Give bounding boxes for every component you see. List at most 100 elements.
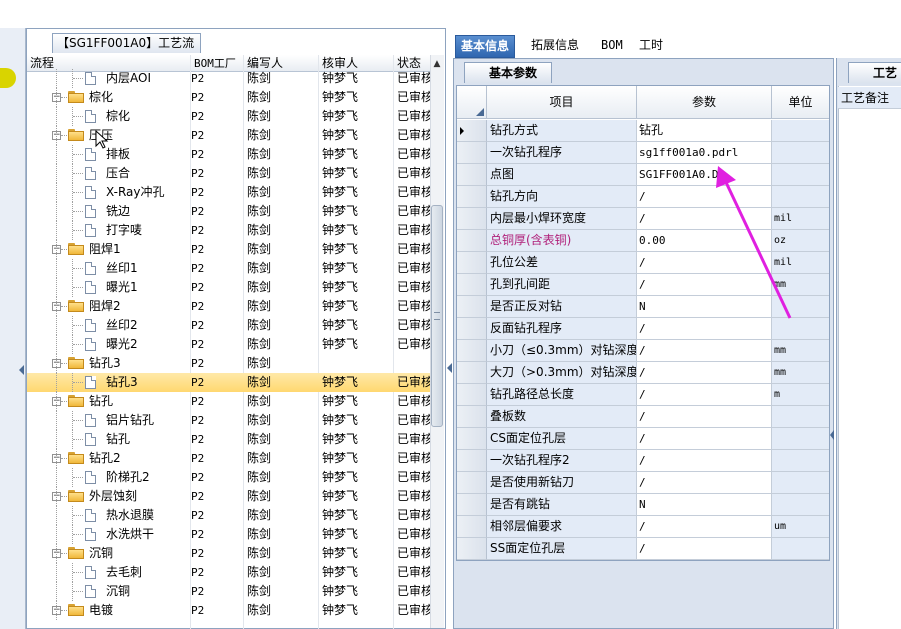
process-flow-tab[interactable]: 【SG1FF001A0】工艺流程: [52, 33, 201, 69]
row-indicator[interactable]: [457, 274, 487, 296]
tree-folder-row[interactable]: − 外层蚀刻 P2 陈剑 钟梦飞 已审核: [27, 487, 430, 506]
splitter-left-arrow-icon[interactable]: [447, 363, 452, 373]
tree-row[interactable]: 丝印2 P2 陈剑 钟梦飞 已审核: [27, 316, 430, 335]
param-value-field[interactable]: /: [637, 538, 772, 560]
collapse-left-arrow-icon[interactable]: [19, 365, 24, 375]
row-indicator[interactable]: [457, 472, 487, 494]
param-value-field[interactable]: /: [637, 362, 772, 384]
grid-header-item[interactable]: 项目: [487, 86, 637, 119]
tree-folder-row[interactable]: − 钻孔2 P2 陈剑 钟梦飞 已审核: [27, 449, 430, 468]
row-indicator[interactable]: [457, 318, 487, 340]
param-value-field[interactable]: /: [637, 428, 772, 450]
row-indicator[interactable]: [457, 142, 487, 164]
row-indicator[interactable]: [457, 164, 487, 186]
param-row[interactable]: 是否使用新钻刀 /: [457, 472, 829, 494]
param-value-field[interactable]: 钻孔: [637, 120, 772, 142]
tree-row[interactable]: 去毛刺 P2 陈剑 钟梦飞 已审核: [27, 563, 430, 582]
tree-folder-row[interactable]: −压压P2陈剑钟梦飞已审核: [27, 126, 430, 145]
scroll-up-arrow-icon[interactable]: ▲: [430, 57, 444, 71]
param-item-label: 一次钻孔程序2: [487, 450, 637, 472]
row-indicator[interactable]: [457, 406, 487, 428]
tree-row[interactable]: 水洗烘干 P2 陈剑 钟梦飞 已审核: [27, 525, 430, 544]
left-collapsed-panel: [0, 28, 26, 629]
row-indicator[interactable]: [457, 428, 487, 450]
param-row[interactable]: 大刀（>0.3mm）对钻深度 / mm: [457, 362, 829, 384]
tree-row[interactable]: 阶梯孔2 P2 陈剑 钟梦飞 已审核: [27, 468, 430, 487]
tree-folder-row[interactable]: − 钻孔 P2 陈剑 钟梦飞 已审核: [27, 392, 430, 411]
param-unit: [772, 428, 829, 450]
tree-folder-row[interactable]: − 沉铜 P2 陈剑 钟梦飞 已审核: [27, 544, 430, 563]
tree-row[interactable]: 棕化 P2 陈剑 钟梦飞 已审核: [27, 107, 430, 126]
row-indicator[interactable]: [457, 384, 487, 406]
param-item-label: 总铜厚(含表铜): [487, 230, 637, 252]
tree-folder-row[interactable]: − 棕化 P2 陈剑 钟梦飞 已审核: [27, 88, 430, 107]
tree-row[interactable]: X-Ray冲孔 P2 陈剑 钟梦飞 已审核: [27, 183, 430, 202]
param-value-field[interactable]: /: [637, 516, 772, 538]
tree-row[interactable]: 钻孔 P2 陈剑 钟梦飞 已审核: [27, 430, 430, 449]
param-row[interactable]: SS面定位孔层 /: [457, 538, 829, 560]
param-value-field[interactable]: /: [637, 450, 772, 472]
row-indicator[interactable]: [457, 186, 487, 208]
param-row[interactable]: CS面定位孔层 /: [457, 428, 829, 450]
row-indicator[interactable]: [457, 538, 487, 560]
tree-row[interactable]: 内层AOI P2 陈剑 钟梦飞 已审核: [27, 69, 430, 88]
tree-row[interactable]: 铝片钻孔 P2 陈剑 钟梦飞 已审核: [27, 411, 430, 430]
row-indicator[interactable]: [457, 230, 487, 252]
tab-basic-info[interactable]: 基本信息: [455, 35, 516, 58]
param-unit: m: [772, 384, 829, 406]
param-row[interactable]: 叠板数 /: [457, 406, 829, 428]
tree-row[interactable]: 沉铜 P2 陈剑 钟梦飞 已审核: [27, 582, 430, 601]
row-indicator[interactable]: [457, 516, 487, 538]
tree-row[interactable]: 热水退膜 P2 陈剑 钟梦飞 已审核: [27, 506, 430, 525]
tree-row[interactable]: 压合 P2 陈剑 钟梦飞 已审核: [27, 164, 430, 183]
row-indicator[interactable]: [457, 494, 487, 516]
param-value-field[interactable]: N: [637, 494, 772, 516]
process-notes-header[interactable]: 工艺备注: [838, 87, 901, 109]
param-value-field[interactable]: /: [637, 340, 772, 362]
tree-row[interactable]: 打字唛 P2 陈剑 钟梦飞 已审核: [27, 221, 430, 240]
tree-node-label: 铣边: [106, 204, 131, 218]
tree-folder-row[interactable]: − 电镀 P2 陈剑 钟梦飞 已审核: [27, 601, 430, 620]
row-indicator[interactable]: [457, 450, 487, 472]
param-row[interactable]: 钻孔路径总长度 / m: [457, 384, 829, 406]
grid-header-value[interactable]: 参数: [637, 86, 772, 119]
param-value-field[interactable]: /: [637, 384, 772, 406]
tree-row[interactable]: 曝光1 P2 陈剑 钟梦飞 已审核: [27, 278, 430, 297]
param-row[interactable]: 相邻层偏要求 / um: [457, 516, 829, 538]
param-row[interactable]: 是否有跳钻 N: [457, 494, 829, 516]
bom-factory-cell: P2: [191, 604, 205, 617]
tree-folder-row[interactable]: − 钻孔3 P2 陈剑: [27, 354, 430, 373]
reviewer-cell: 钟梦飞: [322, 318, 359, 332]
tree-row[interactable]: 曝光2 P2 陈剑 钟梦飞 已审核: [27, 335, 430, 354]
splitter-grip-top[interactable]: [644, 27, 714, 38]
tree-row[interactable]: 铣边 P2 陈剑 钟梦飞 已审核: [27, 202, 430, 221]
reviewer-cell: 钟梦飞: [322, 299, 359, 313]
tab-work-hours[interactable]: 工时: [634, 35, 668, 56]
grid-header-unit[interactable]: 单位: [772, 86, 829, 119]
row-indicator[interactable]: [457, 296, 487, 318]
tab-process[interactable]: 工艺: [848, 62, 901, 83]
tree-row[interactable]: 排板 P2 陈剑 钟梦飞 已审核: [27, 145, 430, 164]
tree-folder-row[interactable]: − 阻焊1 P2 陈剑 钟梦飞 已审核: [27, 240, 430, 259]
row-indicator[interactable]: [457, 340, 487, 362]
row-indicator[interactable]: [457, 208, 487, 230]
tab-basic-params[interactable]: 基本参数: [464, 62, 552, 83]
tree-row[interactable]: 钻孔3 P2 陈剑 钟梦飞 已审核: [27, 373, 430, 392]
document-icon: [85, 414, 96, 427]
tab-extended-info[interactable]: 拓展信息: [526, 35, 584, 56]
tree-row[interactable]: 丝印1 P2 陈剑 钟梦飞 已审核: [27, 259, 430, 278]
param-value-field[interactable]: /: [637, 472, 772, 494]
param-row[interactable]: 小刀（≤0.3mm）对钻深度 / mm: [457, 340, 829, 362]
row-indicator[interactable]: [457, 120, 487, 142]
param-row[interactable]: 钻孔方式 钻孔: [457, 120, 829, 142]
tab-bom[interactable]: BOM: [596, 35, 628, 56]
row-indicator[interactable]: [457, 252, 487, 274]
splitter-arrow-icon[interactable]: [830, 430, 834, 440]
tree-folder-row[interactable]: − 阻焊2 P2 陈剑 钟梦飞 已审核: [27, 297, 430, 316]
row-indicator[interactable]: [457, 362, 487, 384]
bom-factory-cell: P2: [191, 129, 205, 142]
param-row[interactable]: 一次钻孔程序2/: [457, 450, 829, 472]
param-value-field[interactable]: /: [637, 406, 772, 428]
document-icon: [85, 205, 96, 218]
bom-factory-cell: P2: [191, 395, 205, 408]
